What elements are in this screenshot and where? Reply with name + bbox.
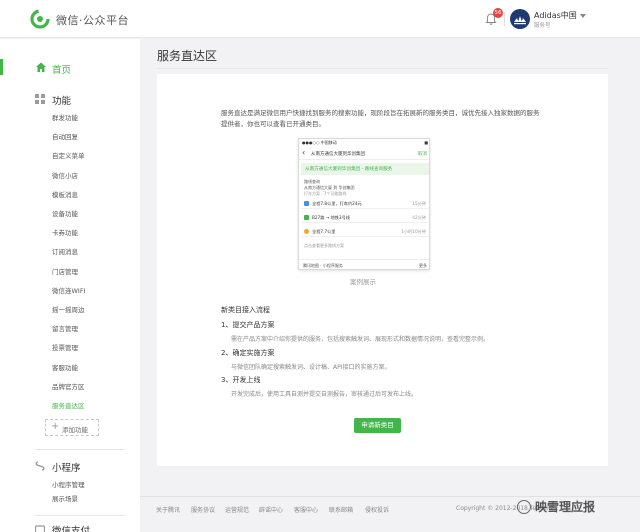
route-time: 42分钟 (412, 215, 426, 220)
active-indicator (0, 59, 3, 75)
sidebar-item-function[interactable]: 投票管理 (52, 342, 78, 354)
sidebar-item-miniprogram-manage[interactable]: 小程序管理 (52, 479, 85, 491)
phone-nav-title: 从南方通信大厦到华创集团 (311, 152, 365, 157)
content-card (157, 74, 608, 466)
phone-nav-bar: ‹ 从南方通信大厦到华创集团 取消 (299, 147, 429, 160)
step-description: 需在产品方案中介绍你提供的服务，包括搜索触发词、展现形式和数据情况说明，查看完整… (231, 336, 490, 343)
title-divider (157, 68, 608, 69)
bus-icon (304, 215, 309, 220)
account-name[interactable]: Adidas中国 (534, 10, 577, 21)
phone-service-banner: 从南方通信大厦到华创集团 - 路线查询服务 (301, 163, 429, 175)
chevron-down-icon[interactable] (580, 14, 586, 18)
footer-link[interactable]: 侵权投诉 (365, 505, 389, 514)
step-title: 1、提交产品方案 (221, 321, 275, 329)
sidebar-item-function[interactable]: 卡券功能 (52, 227, 78, 239)
phone-nav-action: 取消 (418, 152, 427, 157)
phone-route-row: 全程7.8公里，打车约24元 15分钟 (301, 199, 429, 209)
step-description: 开发完成后，使用工具自测并提交自测报告，审核通过后可发布上线。 (231, 391, 418, 398)
phone-footer-more: 更多 (419, 263, 427, 268)
phone-route-sub: 打车方案 · 7个可能路线 (304, 191, 347, 196)
footer-link[interactable]: 联系邮箱 (329, 505, 353, 514)
sidebar-item-function[interactable]: 微信小店 (52, 170, 78, 182)
walk-icon (304, 229, 309, 234)
phone-route-row: 全程7.7公里 1小时10分钟 (301, 227, 429, 237)
section-label: 功能 (52, 96, 72, 107)
miniprogram-icon (35, 461, 45, 471)
footer-link[interactable]: 关于腾讯 (156, 505, 180, 514)
sidebar-item-function[interactable]: 模板消息 (52, 189, 78, 201)
flow-title: 新类目接入流程 (221, 306, 270, 314)
topbar-divider (504, 12, 505, 26)
phone-more-routes: 点击查看更多路线方案 (304, 243, 344, 248)
route-text: B27路 → 地铁3号线 (312, 215, 350, 220)
section-label: 小程序 (52, 463, 81, 474)
step-title: 3、开发上线 (221, 376, 261, 384)
wallet-icon (35, 525, 45, 532)
sidebar-item-display-scene[interactable]: 展示场景 (52, 493, 78, 505)
apply-new-category-button[interactable]: 申请新类目 (354, 418, 401, 433)
sidebar-item-function[interactable]: 自动回复 (52, 131, 78, 143)
phone-status-bar: ●●●○○ 中国移动 ■ (299, 139, 429, 147)
plus-icon: + (51, 421, 60, 432)
sidebar-item-function[interactable]: 自定义菜单 (52, 150, 85, 162)
footer-link[interactable]: 客服中心 (294, 505, 318, 514)
route-text: 全程7.7公里 (312, 229, 336, 234)
grid-icon (35, 94, 45, 104)
phone-carrier: ●●●○○ 中国移动 (302, 140, 337, 145)
step-description: 与微信团队确定搜索触发词、设计稿、API接口的实施方案。 (231, 364, 391, 371)
battery-icon: ■ (424, 140, 428, 145)
sidebar-item-function[interactable]: 门店管理 (52, 266, 78, 278)
car-icon (304, 201, 309, 206)
back-arrow-icon: ‹ (302, 148, 306, 157)
watermark-text: 映雪理应报 (535, 500, 596, 514)
adidas-logo-icon (514, 16, 526, 25)
account-avatar[interactable] (510, 9, 530, 29)
sidebar-item-function[interactable]: 群发功能 (52, 112, 78, 124)
footer-link[interactable]: 辟谣中心 (259, 505, 283, 514)
step-title: 2、确定实施方案 (221, 349, 275, 357)
sidebar-item-function[interactable]: 品牌官方区 (52, 381, 85, 393)
platform-name[interactable]: 微信·公众平台 (56, 12, 129, 28)
phone-footer: 腾讯地图 · 小程序服务 更多 (299, 259, 429, 269)
add-function-button[interactable]: + 添加功能 (45, 419, 99, 436)
footer-link[interactable]: 运营规范 (225, 505, 249, 514)
route-text: 全程7.8公里，打车约24元 (312, 201, 362, 206)
watermark: 映雪理应报 (517, 496, 640, 518)
sidebar-home-label: 首页 (52, 65, 72, 76)
sidebar-item-function[interactable]: 微信连WIFI (52, 285, 86, 297)
route-time: 1小时10分钟 (401, 229, 426, 234)
sidebar: 首页 功能 群发功能自动回复自定义菜单微信小店模板消息设备功能卡券功能订阅消息门… (0, 39, 140, 532)
sidebar-item-function[interactable]: 订阅消息 (52, 246, 78, 258)
page-title: 服务直达区 (157, 49, 218, 63)
sidebar-item-home[interactable]: 首页 (0, 59, 140, 76)
phone-route-row: B27路 → 地铁3号线 42分钟 (301, 213, 429, 223)
route-time: 15分钟 (412, 201, 426, 206)
add-function-label: 添加功能 (62, 426, 88, 434)
footer-link[interactable]: 服务协议 (191, 505, 215, 514)
sidebar-divider (35, 515, 125, 516)
phone-footer-source: 腾讯地图 · 小程序服务 (303, 263, 343, 268)
section-label: 微信支付 (52, 526, 91, 532)
sidebar-item-function[interactable]: 留言管理 (52, 323, 78, 335)
account-type: 服务号 (534, 23, 551, 29)
sidebar-item-function[interactable]: 摇一摇周边 (52, 304, 85, 316)
notification-badge: 56 (493, 8, 503, 18)
phone-banner-text: 从南方通信大厦到华创集团 - 路线查询服务 (305, 167, 393, 172)
wechat-logo-icon[interactable] (30, 9, 50, 29)
sidebar-item-function[interactable]: 客服功能 (52, 362, 78, 374)
example-caption: 案例展示 (350, 278, 376, 286)
sidebar-divider (35, 449, 125, 450)
example-phone-screenshot: ●●●○○ 中国移动 ■ ‹ 从南方通信大厦到华创集团 取消 从南方通信大厦到华… (298, 138, 430, 270)
top-bar: 微信·公众平台 56 Adidas中国 服务号 (0, 0, 640, 38)
sidebar-item-function[interactable]: 设备功能 (52, 208, 78, 220)
intro-text: 服务直达是满足微信用户快捷找到服务的搜索功能，现阶段旨在拓展新的服务类目，诚优先… (221, 109, 540, 128)
watermark-logo-icon (517, 500, 531, 514)
sidebar-item-function[interactable]: 服务直达区 (52, 400, 85, 412)
home-icon (36, 62, 46, 72)
